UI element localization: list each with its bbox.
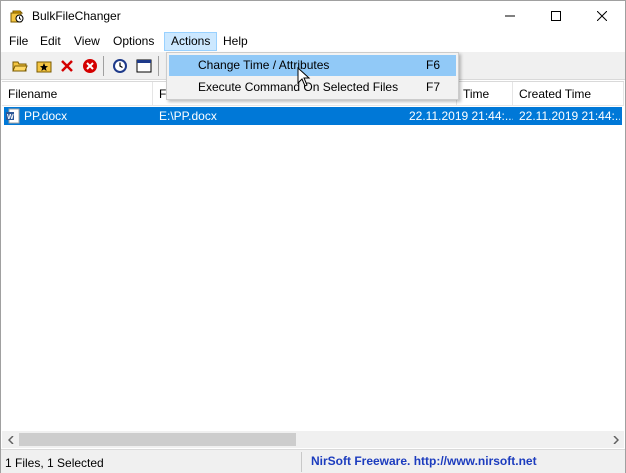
menu-options[interactable]: Options — [107, 32, 160, 51]
column-filename[interactable]: Filename — [2, 82, 153, 106]
properties-button[interactable] — [133, 55, 155, 77]
toolbar-separator — [103, 56, 104, 76]
status-divider — [301, 452, 302, 472]
file-list[interactable]: Filename F Time Created Time W PP.docx E… — [2, 81, 624, 448]
chevron-left-icon — [7, 435, 14, 444]
svg-text:W: W — [7, 114, 14, 121]
cell-full-path: E:\PP.docx — [159, 109, 217, 123]
cell-filename: PP.docx — [24, 109, 68, 123]
scroll-right-button[interactable] — [607, 431, 624, 448]
nirsoft-link[interactable]: NirSoft Freeware. http://www.nirsoft.net — [311, 454, 537, 468]
maximize-icon — [551, 11, 561, 21]
menu-edit[interactable]: Edit — [34, 32, 67, 51]
close-button[interactable] — [579, 1, 625, 31]
minimize-button[interactable] — [487, 1, 533, 31]
maximize-button[interactable] — [533, 1, 579, 31]
scroll-thumb[interactable] — [19, 433, 296, 446]
close-icon — [597, 11, 607, 21]
table-row[interactable]: W PP.docx E:\PP.docx 22.11.2019 21:44:..… — [4, 107, 622, 125]
scroll-left-button[interactable] — [2, 431, 19, 448]
app-icon — [9, 8, 25, 24]
minimize-icon — [505, 15, 515, 17]
mouse-cursor-icon — [297, 66, 313, 89]
cell-created-time: 22.11.2019 21:44:... — [519, 109, 620, 123]
word-document-icon: W — [6, 108, 20, 124]
menu-view[interactable]: View — [68, 32, 106, 51]
chevron-right-icon — [612, 435, 619, 444]
menu-item-shortcut: F6 — [426, 58, 441, 72]
column-created-time[interactable]: Created Time — [513, 82, 624, 106]
column-modified-time[interactable]: Time — [457, 82, 513, 106]
red-x-icon — [61, 60, 73, 72]
cell-modified-time: 22.11.2019 21:44:... — [409, 109, 513, 123]
add-files-button[interactable] — [9, 55, 31, 77]
menu-actions[interactable]: Actions — [164, 32, 218, 51]
remove-button[interactable] — [56, 55, 78, 77]
title-bar[interactable]: BulkFileChanger — [1, 1, 625, 31]
app-window: BulkFileChanger File Edit View Options A… — [0, 0, 626, 473]
clock-icon — [113, 59, 127, 73]
menu-file[interactable]: File — [3, 32, 34, 51]
menu-help[interactable]: Help — [217, 32, 254, 51]
status-file-count: 1 Files, 1 Selected — [5, 456, 104, 470]
change-time-button[interactable] — [109, 55, 131, 77]
menu-item-shortcut: F7 — [426, 80, 441, 94]
toolbar-separator — [158, 56, 159, 76]
clear-list-button[interactable] — [79, 55, 101, 77]
star-folder-icon — [36, 61, 52, 73]
window-icon — [136, 59, 152, 73]
window-title: BulkFileChanger — [32, 9, 121, 23]
menu-bar: File Edit View Options Actions Help — [1, 31, 625, 51]
red-circle-x-icon — [83, 59, 97, 73]
horizontal-scrollbar[interactable] — [2, 431, 624, 448]
status-bar: 1 Files, 1 Selected NirSoft Freeware. ht… — [1, 449, 625, 473]
add-folder-button[interactable] — [33, 55, 55, 77]
open-folder-icon — [12, 61, 28, 72]
